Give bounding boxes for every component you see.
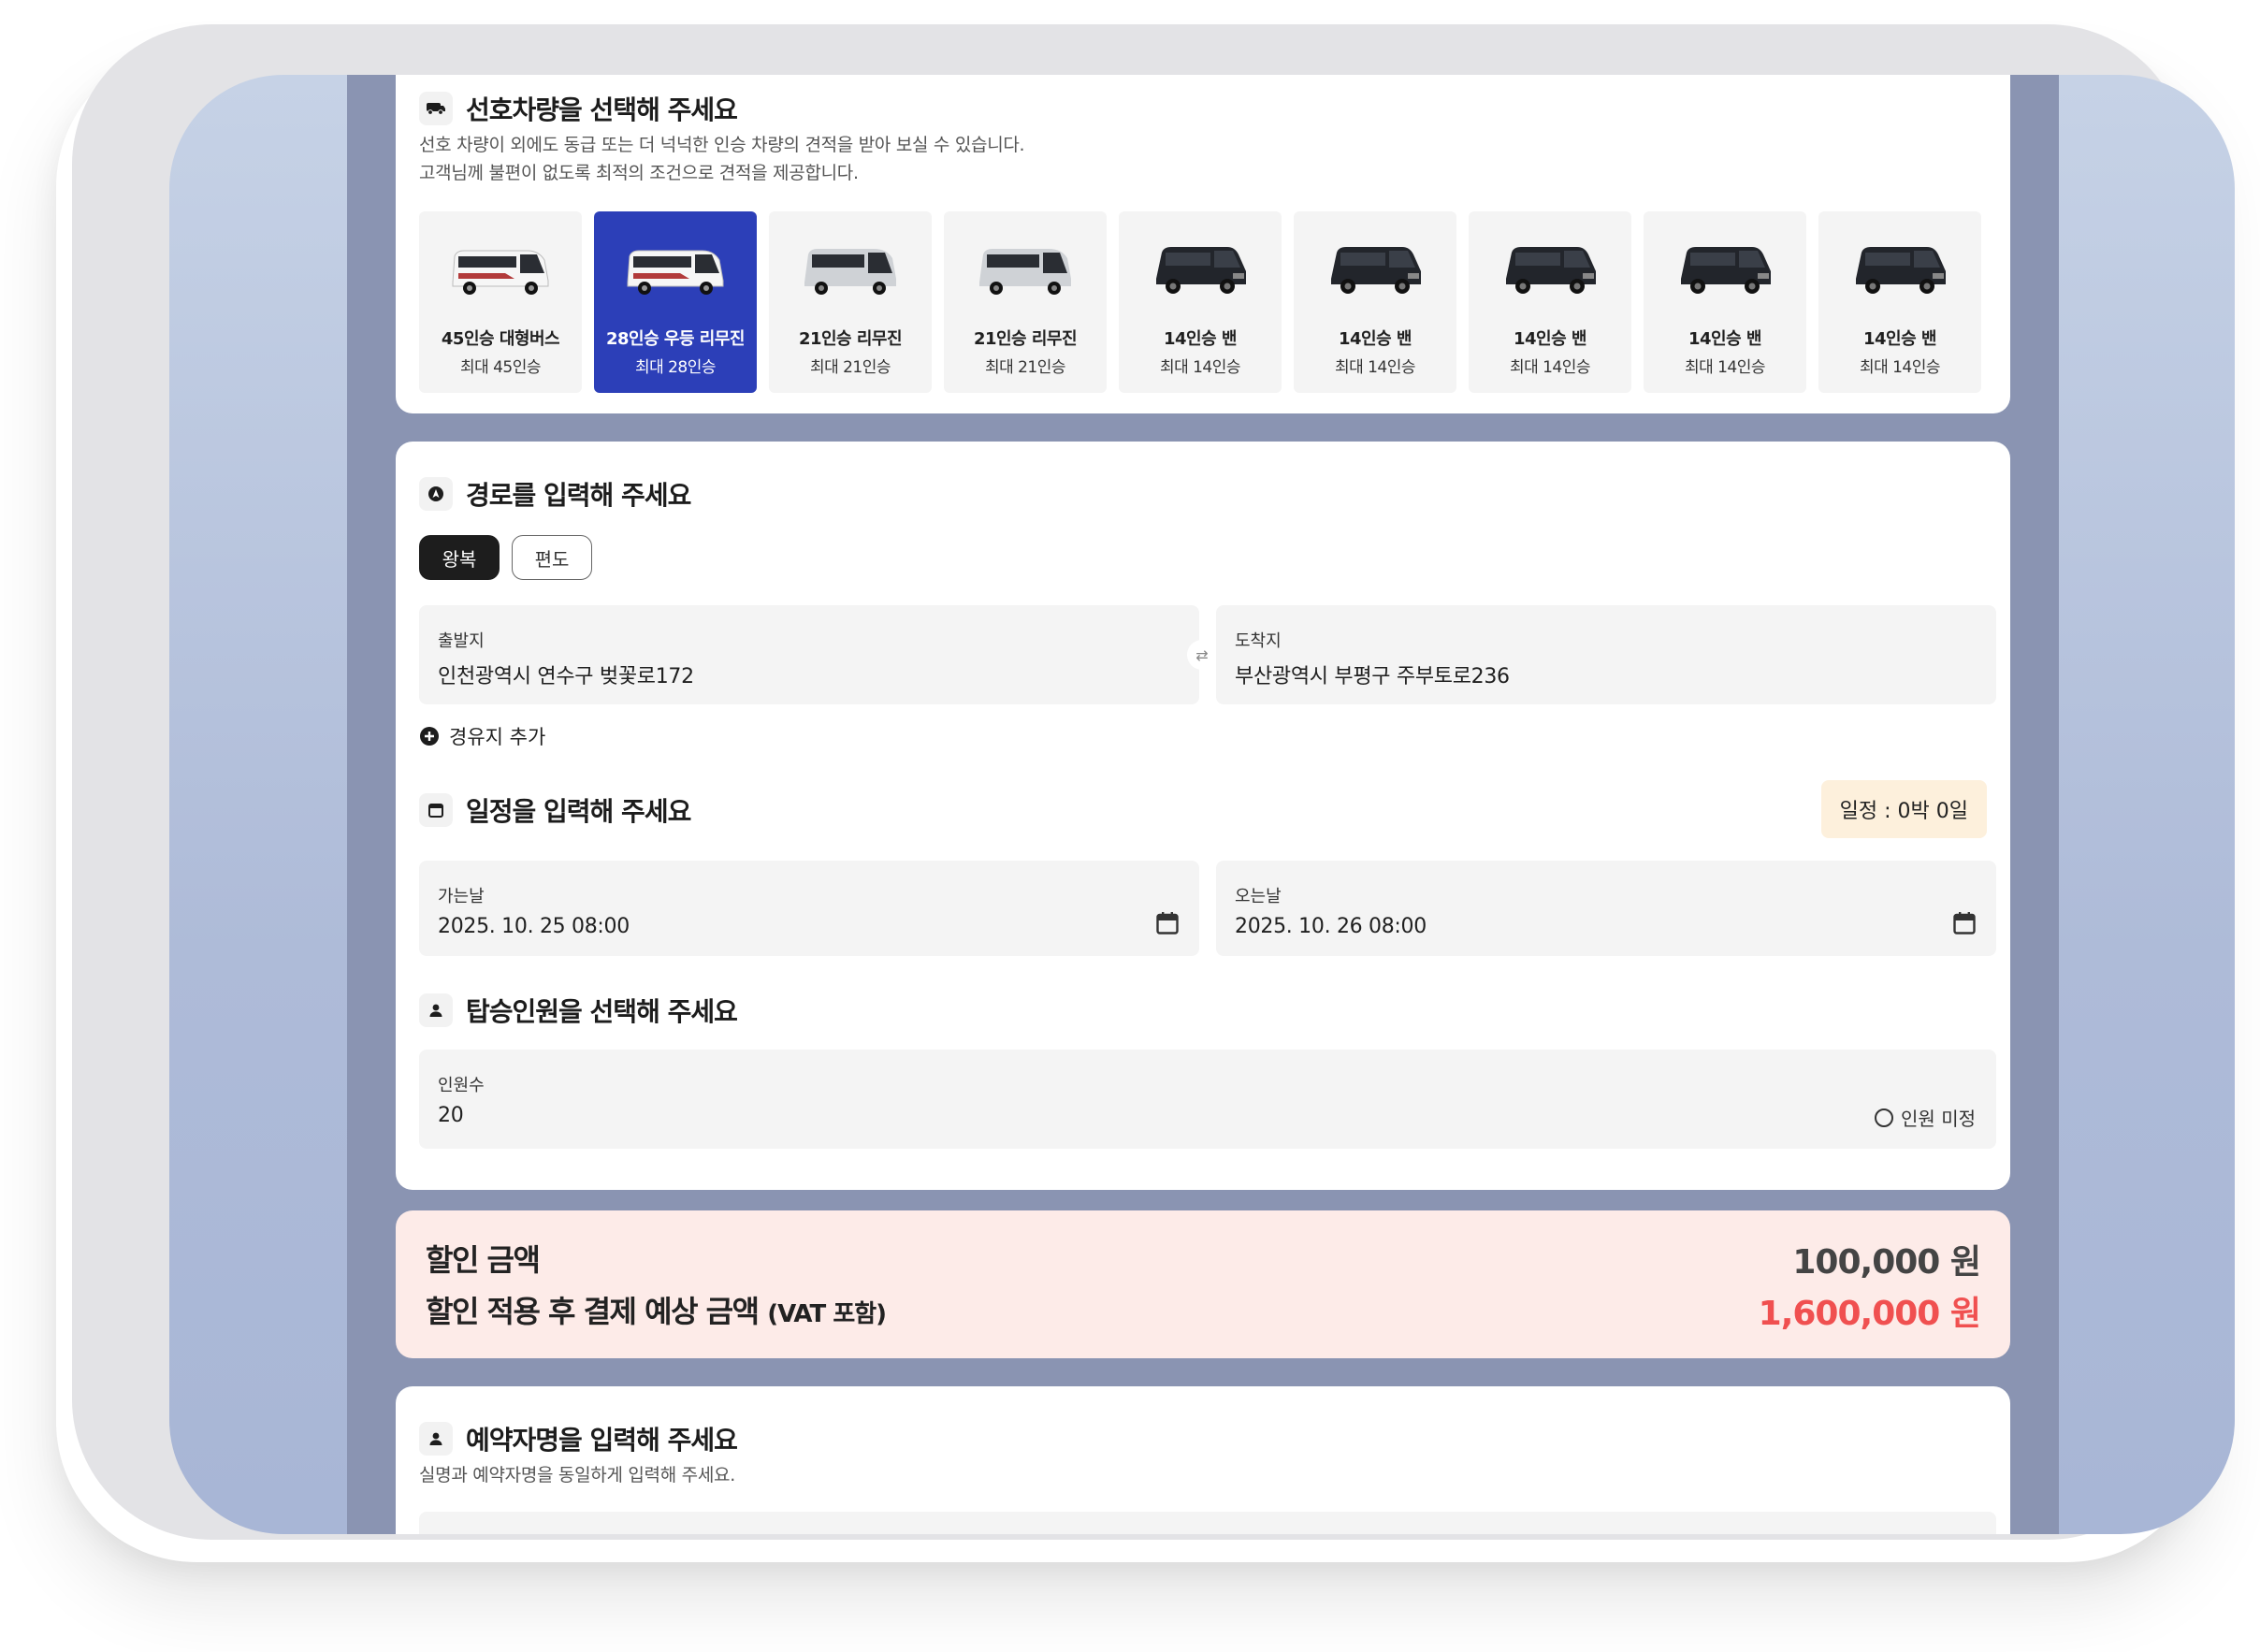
vehicle-card: 선호차량을 선택해 주세요 선호 차량이 외에도 동급 또는 더 넉넉한 인승 … (396, 75, 2010, 413)
vehicle-capacity: 최대 14인승 (1859, 358, 1941, 377)
return-label: 오는날 (1235, 887, 1282, 906)
vehicle-capacity: 최대 14인승 (1684, 358, 1766, 377)
vehicle-capacity: 최대 14인승 (1334, 358, 1416, 377)
tablet-screen: 선호차량을 선택해 주세요 선호 차량이 외에도 동급 또는 더 넉넉한 인승 … (169, 75, 2235, 1534)
bus-image (799, 241, 902, 299)
reserver-section-title: 예약자명을 입력해 주세요 (419, 1420, 738, 1457)
person-icon (419, 993, 453, 1027)
vehicle-name: 28인승 우등 리무진 (605, 329, 746, 349)
van-image (1499, 241, 1601, 299)
bus-icon (419, 92, 453, 125)
vehicle-option[interactable]: 14인승 밴최대 14인승 (1294, 211, 1456, 393)
swap-icon[interactable]: ⇄ (1187, 640, 1217, 670)
vehicle-capacity: 최대 14인승 (1159, 358, 1241, 377)
vehicle-option[interactable]: 21인승 리무진최대 21인승 (769, 211, 932, 393)
schedule-section-title: 일정을 입력해 주세요 (419, 791, 691, 829)
reserver-section-title-text: 예약자명을 입력해 주세요 (466, 1425, 738, 1456)
add-stop-button[interactable]: 경유지 추가 (419, 722, 545, 750)
vehicle-option[interactable]: 14인승 밴최대 14인승 (1644, 211, 1806, 393)
depart-label: 가는날 (438, 887, 485, 906)
vehicle-option[interactable]: 14인승 밴최대 14인승 (1469, 211, 1631, 393)
vehicle-option[interactable]: 28인승 우등 리무진최대 28인승 (594, 211, 757, 393)
discount-value: 100,000 원 (1792, 1243, 1981, 1282)
passenger-section-title: 탑승인원을 선택해 주세요 (419, 992, 738, 1029)
route-section-title: 경로를 입력해 주세요 (419, 475, 691, 513)
bus-image (974, 241, 1077, 299)
person-icon (419, 1422, 453, 1456)
radio-icon (1875, 1108, 1894, 1127)
vehicle-option[interactable]: 14인승 밴최대 14인승 (1818, 211, 1981, 393)
vehicle-name: 14인승 밴 (1688, 329, 1762, 349)
price-card: 할인 금액 100,000 원 할인 적용 후 결제 예상 금액 (VAT 포함… (396, 1210, 2010, 1358)
vehicle-option[interactable]: 45인승 대형버스최대 45인승 (419, 211, 582, 393)
vehicle-name: 21인승 리무진 (798, 329, 903, 349)
bus-image (624, 241, 727, 299)
vehicle-list: 45인승 대형버스 최대 45인승 28인승 우등 리무진 최대 28인승 21인승 리… (419, 211, 1981, 393)
vehicle-capacity: 최대 28인승 (634, 358, 717, 377)
vehicle-name: 14인승 밴 (1514, 329, 1587, 349)
trip-oneway-button[interactable]: 편도 (512, 535, 592, 580)
origin-label: 출발지 (438, 631, 485, 651)
navigation-icon (419, 477, 453, 511)
van-image (1324, 241, 1427, 299)
bus-image (449, 241, 552, 299)
vehicle-capacity: 최대 21인승 (809, 358, 891, 377)
discount-label: 할인 금액 (426, 1242, 541, 1278)
reserver-card: 예약자명을 입력해 주세요 실명과 예약자명을 동일하게 입력해 주세요. (396, 1386, 2010, 1534)
calendar-icon[interactable] (1953, 911, 1976, 935)
origin-value[interactable]: 인천광역시 연수구 벚꽃로172 (438, 659, 694, 689)
reserver-name-field[interactable] (419, 1512, 1996, 1534)
vehicle-capacity: 최대 14인승 (1509, 358, 1591, 377)
calendar-icon[interactable] (1156, 911, 1179, 935)
schedule-duration-badge: 일정 : 0박 0일 (1820, 780, 1987, 838)
vehicle-option[interactable]: 14인승 밴최대 14인승 (1119, 211, 1282, 393)
destination-field[interactable]: 도착지 부산광역시 부평구 주부토로236 (1216, 605, 1996, 704)
vehicle-name: 14인승 밴 (1164, 329, 1238, 349)
vehicle-section-title: 선호차량을 선택해 주세요 (419, 90, 738, 127)
return-value[interactable]: 2025. 10. 26 08:00 (1235, 915, 1427, 938)
vehicle-desc-2: 고객님께 불편이 없도록 최적의 조건으로 견적을 제공합니다. (419, 163, 859, 183)
vehicle-option[interactable]: 21인승 리무진최대 21인승 (944, 211, 1107, 393)
origin-field[interactable]: 출발지 인천광역시 연수구 벚꽃로172 (419, 605, 1199, 704)
vehicle-name: 14인승 밴 (1339, 329, 1412, 349)
trip-roundtrip-button[interactable]: 왕복 (419, 535, 500, 580)
plus-circle-icon (420, 727, 439, 746)
passenger-count-value[interactable]: 20 (438, 1104, 464, 1127)
schedule-section-title-text: 일정을 입력해 주세요 (466, 796, 691, 827)
van-image (1149, 241, 1252, 299)
depart-date-field[interactable]: 가는날 2025. 10. 25 08:00 (419, 861, 1199, 956)
passenger-count-field[interactable]: 인원수 20 인원 미정 (419, 1050, 1996, 1149)
depart-value[interactable]: 2025. 10. 25 08:00 (438, 915, 630, 938)
calendar-icon (419, 793, 453, 827)
passenger-undecided-toggle[interactable]: 인원 미정 (1875, 1104, 1976, 1131)
van-image (1673, 241, 1776, 299)
add-stop-label: 경유지 추가 (449, 726, 546, 748)
vehicle-name: 21인승 리무진 (973, 329, 1078, 349)
passenger-undecided-label: 인원 미정 (1901, 1108, 1976, 1130)
vehicle-name: 14인승 밴 (1863, 329, 1937, 349)
van-image (1848, 241, 1951, 299)
passenger-count-label: 인원수 (438, 1076, 485, 1095)
destination-label: 도착지 (1235, 631, 1282, 651)
reserver-desc: 실명과 예약자명을 동일하게 입력해 주세요. (419, 1465, 735, 1485)
total-value: 1,600,000 원 (1758, 1295, 1981, 1333)
vehicle-capacity: 최대 21인승 (984, 358, 1066, 377)
total-label-text: 할인 적용 후 결제 예상 금액 (426, 1294, 760, 1329)
app-container: 선호차량을 선택해 주세요 선호 차량이 외에도 동급 또는 더 넉넉한 인승 … (347, 75, 2059, 1534)
route-section-title-text: 경로를 입력해 주세요 (466, 480, 691, 511)
return-date-field[interactable]: 오는날 2025. 10. 26 08:00 (1216, 861, 1996, 956)
total-label: 할인 적용 후 결제 예상 금액 (VAT 포함) (426, 1288, 887, 1331)
vehicle-name: 45인승 대형버스 (441, 329, 560, 349)
tablet-frame: 선호차량을 선택해 주세요 선호 차량이 외에도 동급 또는 더 넉넉한 인승 … (72, 24, 2235, 1540)
vehicle-section-title-text: 선호차량을 선택해 주세요 (466, 94, 738, 125)
vehicle-capacity: 최대 45인승 (459, 358, 542, 377)
total-label-suffix: (VAT 포함) (767, 1300, 887, 1328)
destination-value[interactable]: 부산광역시 부평구 주부토로236 (1235, 659, 1510, 689)
vehicle-desc-1: 선호 차량이 외에도 동급 또는 더 넉넉한 인승 차량의 견적을 받아 보실 … (419, 135, 1025, 155)
passenger-section-title-text: 탑승인원을 선택해 주세요 (466, 996, 738, 1027)
route-card: 경로를 입력해 주세요 왕복 편도 출발지 인천광역시 연수구 벚꽃로172 ⇄… (396, 442, 2010, 1190)
